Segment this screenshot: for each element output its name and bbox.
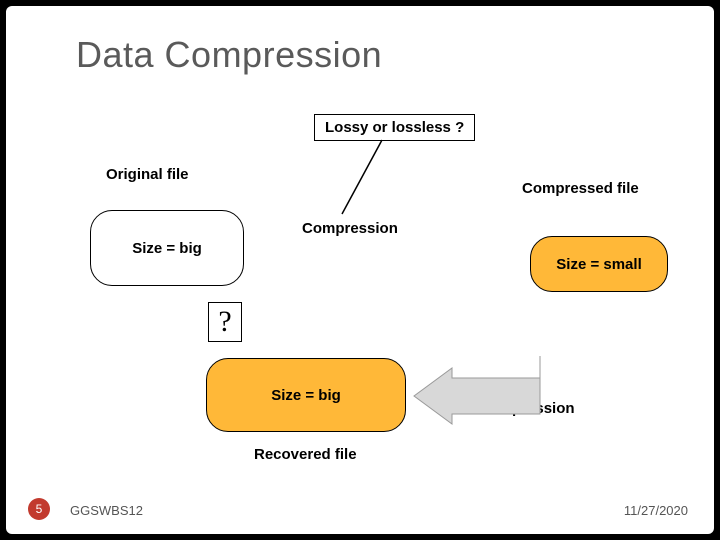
line-question-to-compression xyxy=(342,140,382,214)
slide-title: Data Compression xyxy=(76,34,382,76)
shape-compressed-file: Size = small xyxy=(530,236,668,292)
shape-original-file: Size = big xyxy=(90,210,244,286)
slide: Data Compression Lossy or lossless ? Ori… xyxy=(6,6,714,534)
label-compression: Compression xyxy=(302,220,398,237)
footer-date: 11/27/2020 xyxy=(624,503,688,518)
footer-left: GGSWBS12 xyxy=(70,503,143,518)
question-box: Lossy or lossless ? xyxy=(314,114,475,141)
shape-recovered-file: Size = big xyxy=(206,358,406,432)
label-decompression: Decompression xyxy=(462,400,575,417)
label-recovered-file: Recovered file xyxy=(254,446,357,463)
label-compressed-file: Compressed file xyxy=(522,180,639,197)
slide-number: 5 xyxy=(28,498,50,520)
question-mark-box: ? xyxy=(208,302,242,342)
label-original-file: Original file xyxy=(106,166,189,183)
